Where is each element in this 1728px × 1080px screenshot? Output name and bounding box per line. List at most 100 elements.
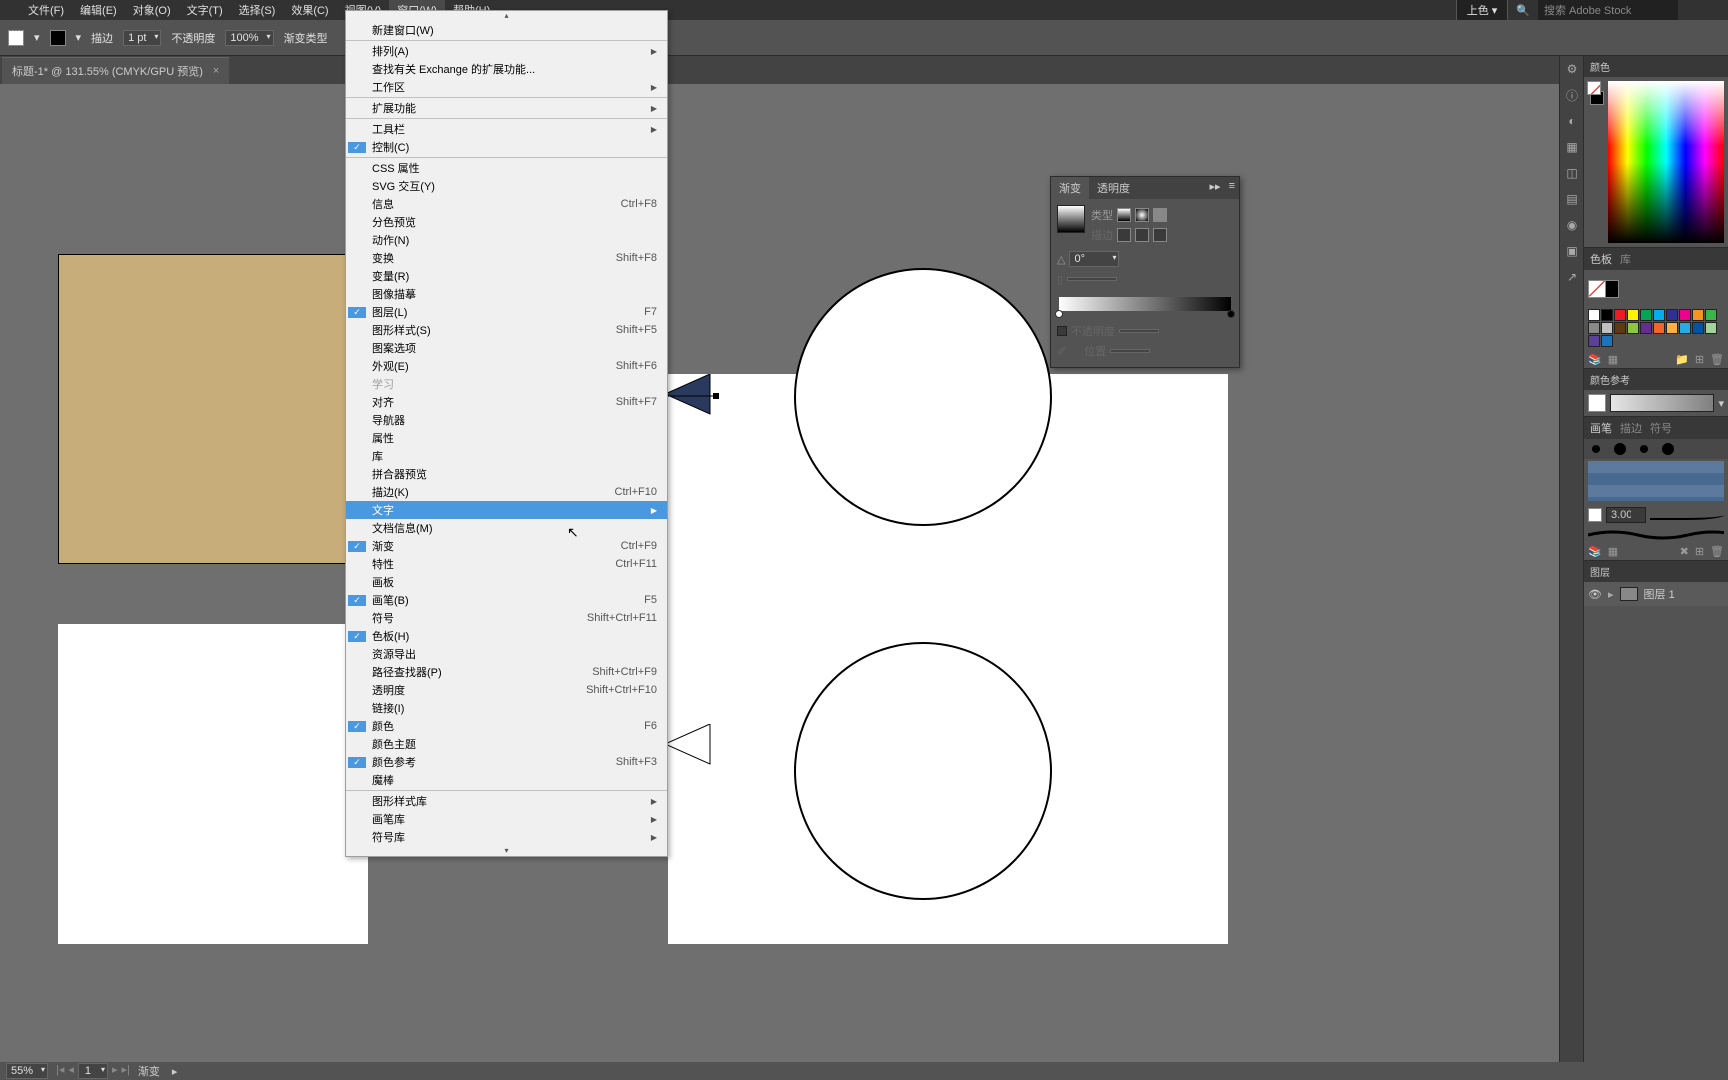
color-spectrum[interactable] [1608,81,1724,243]
swatch-lib-icon[interactable]: 📚 [1588,353,1602,366]
dock-asset-export-icon[interactable]: ↗ [1560,264,1584,290]
gradient-radial-icon[interactable] [1135,208,1149,222]
brush-lib-icon[interactable]: 📚 [1588,545,1602,558]
collapse-icon[interactable]: ▸▸ [1206,177,1225,199]
swatch[interactable] [1601,309,1613,321]
colorguide-dropdown-icon[interactable]: ▾ [1718,397,1724,410]
first-artboard-icon[interactable]: |◂ [56,1063,64,1079]
dock-transform-icon[interactable]: ▤ [1560,186,1584,212]
close-icon[interactable]: × [213,65,219,77]
swatch[interactable] [1614,322,1626,334]
menu-edit[interactable]: 编辑(E) [72,0,125,20]
search-input[interactable]: 搜索 Adobe Stock [1538,0,1678,20]
menu-item[interactable]: 特性Ctrl+F11 [346,555,667,573]
swatch[interactable] [1627,309,1639,321]
artwork-circle-top[interactable] [794,268,1052,526]
menu-item[interactable]: ✓渐变Ctrl+F9 [346,537,667,555]
menu-item[interactable]: 链接(I) [346,699,667,717]
gradient-angle-input[interactable]: 0° [1069,251,1119,267]
gradient-preview[interactable] [1057,205,1085,233]
menu-item[interactable]: 工作区▶ [346,78,667,96]
swatch[interactable] [1601,322,1613,334]
swatch[interactable] [1588,335,1600,347]
menu-item[interactable]: 查找有关 Exchange 的扩展功能... [346,60,667,78]
swatch[interactable] [1705,322,1717,334]
dock-appearance-icon[interactable]: ◉ [1560,212,1584,238]
dock-libraries-icon[interactable]: ◐ [1560,108,1584,134]
color-picker[interactable] [1584,77,1728,247]
tab-libraries[interactable]: 库 [1620,251,1631,267]
menu-item[interactable]: ✓颜色F6 [346,717,667,735]
menu-item[interactable]: 分色预览 [346,213,667,231]
layer-thumbnail[interactable] [1620,587,1638,601]
swatch[interactable] [1653,309,1665,321]
swatch[interactable] [1666,322,1678,334]
menu-item[interactable]: SVG 交互(Y) [346,177,667,195]
menu-item[interactable]: 文档信息(M) [346,519,667,537]
menu-item[interactable]: ✓控制(C) [346,138,667,156]
artwork-rectangle[interactable] [58,254,348,564]
stroke-grad-1[interactable] [1117,228,1131,242]
brush-options-icon[interactable]: ▦ [1608,545,1618,558]
tab-gradient[interactable]: 渐变 [1051,177,1089,199]
colorguide-base[interactable] [1588,394,1606,412]
stop-color-swatch[interactable] [1057,326,1067,336]
visibility-icon[interactable]: 👁 [1588,588,1602,601]
menu-item[interactable]: 动作(N) [346,231,667,249]
menu-item[interactable]: 扩展功能▶ [346,99,667,117]
swatch[interactable] [1705,309,1717,321]
dock-properties-icon[interactable]: ⚙ [1560,56,1584,82]
gradient-linear-icon[interactable] [1117,208,1131,222]
colorguide-harmony[interactable] [1610,394,1714,412]
menu-item[interactable]: 工具栏▶ [346,120,667,138]
swatch[interactable] [1601,335,1613,347]
menu-item[interactable]: 导航器 [346,411,667,429]
swatch-fill-proxy[interactable] [1588,280,1606,298]
stroke-swatch[interactable] [50,30,66,46]
menu-object[interactable]: 对象(O) [125,0,179,20]
brush-caligraphy-preview[interactable] [1588,529,1724,541]
gradient-stop-black[interactable] [1227,310,1235,318]
dock-graphic-styles-icon[interactable]: ▣ [1560,238,1584,264]
stop-location-input[interactable] [1110,349,1150,353]
brush-list[interactable] [1588,461,1724,501]
stop-opacity-input[interactable] [1119,329,1159,333]
brush-remove-icon[interactable]: ✖ [1680,545,1689,558]
brush-size-input[interactable] [1606,507,1646,523]
menu-select[interactable]: 选择(S) [231,0,284,20]
tab-swatches[interactable]: 色板 [1590,251,1612,267]
menu-item[interactable]: 透明度Shift+Ctrl+F10 [346,681,667,699]
gradient-freeform-icon[interactable] [1153,208,1167,222]
swatch[interactable] [1588,322,1600,334]
brush-swatch[interactable] [1588,508,1602,522]
swatch-new-icon[interactable]: ⊞ [1695,353,1704,366]
menu-item[interactable]: 库 [346,447,667,465]
fill-proxy[interactable] [1587,81,1601,95]
swatch[interactable] [1679,309,1691,321]
canvas-area[interactable] [0,84,1568,1062]
layer-row[interactable]: 👁 ▸ 图层 1 [1584,582,1728,606]
chevron-right-icon[interactable]: ▸ [1608,588,1614,601]
panel-layers-header[interactable]: 图层 [1584,561,1728,582]
menu-item[interactable]: 拼合器预览 [346,465,667,483]
document-tab[interactable]: 标题-1* @ 131.55% (CMYK/GPU 预览) × [2,57,229,84]
menu-item[interactable]: 画笔库▶ [346,810,667,828]
menu-item[interactable]: 图像描摹 [346,285,667,303]
swatch-menu-icon[interactable]: ▦ [1608,353,1618,366]
menu-item[interactable]: 路径查找器(P)Shift+Ctrl+F9 [346,663,667,681]
dock-info-icon[interactable]: ⓘ [1560,82,1584,108]
zoom-dropdown[interactable]: 55% [6,1063,48,1079]
swatch[interactable] [1692,322,1704,334]
menu-item[interactable]: 图形样式(S)Shift+F5 [346,321,667,339]
artwork-circle-bottom[interactable] [794,642,1052,900]
swatch[interactable] [1679,322,1691,334]
menu-item[interactable]: 对齐Shift+F7 [346,393,667,411]
swatch[interactable] [1640,322,1652,334]
layer-name[interactable]: 图层 1 [1644,586,1675,602]
tab-stroke[interactable]: 描边 [1620,420,1642,436]
menu-item[interactable]: 资源导出 [346,645,667,663]
swatch[interactable] [1666,309,1678,321]
dock-pathfinder-icon[interactable]: ◫ [1560,160,1584,186]
swatch-new-group-icon[interactable]: 📁 [1675,353,1689,366]
menu-scroll-down[interactable]: ▾ [346,846,667,856]
